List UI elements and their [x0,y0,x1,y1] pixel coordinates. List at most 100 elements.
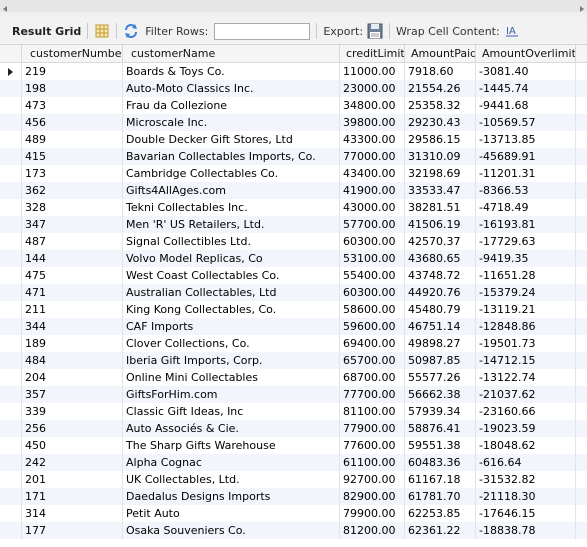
customer-number-cell[interactable]: 204 [22,369,123,386]
credit-limit-cell[interactable]: 23000.00 [340,80,405,97]
row-header-cell[interactable] [0,403,22,420]
row-header-cell[interactable] [0,505,22,522]
table-row[interactable]: 487 Signal Collectibles Ltd. 60300.00 42570… [0,233,587,250]
amount-paid-cell[interactable]: 25358.32 [405,97,476,114]
scroll-left-icon[interactable] [3,6,7,12]
column-header-customername[interactable]: customerName [123,45,340,62]
amount-paid-cell[interactable]: 29230.43 [405,114,476,131]
customer-number-cell[interactable]: 489 [22,131,123,148]
row-header-cell[interactable] [0,335,22,352]
table-row[interactable]: 171 Daedalus Designs Imports 82900.00 61781… [0,488,587,505]
credit-limit-cell[interactable]: 43000.00 [340,199,405,216]
table-row[interactable]: 256 Auto Associés & Cie. 77900.00 58876.41-… [0,420,587,437]
row-header-cell[interactable] [0,284,22,301]
table-row[interactable]: 473 Frau da Collezione 34800.00 25358.32 -94… [0,97,587,114]
customer-name-cell[interactable]: Osaka Souveniers Co. [123,522,340,539]
amount-paid-cell[interactable]: 33533.47 [405,182,476,199]
amount-overlimit-cell[interactable]: -13122.74 [476,369,576,386]
customer-number-cell[interactable]: 171 [22,488,123,505]
customer-number-cell[interactable]: 344 [22,318,123,335]
row-header-cell[interactable] [0,454,22,471]
amount-paid-cell[interactable]: 7918.60 [405,63,476,80]
amount-overlimit-cell[interactable]: -3081.40 [476,63,576,80]
customer-number-cell[interactable]: 484 [22,352,123,369]
customer-name-cell[interactable]: Auto-Moto Classics Inc. [123,80,340,97]
amount-overlimit-cell[interactable]: -13119.21 [476,301,576,318]
table-row[interactable]: 471 Australian Collectables, Ltd 60300.00 4… [0,284,587,301]
customer-number-cell[interactable]: 471 [22,284,123,301]
column-header-amountpaid[interactable]: AmountPaid [405,45,476,62]
column-header-creditlimit[interactable]: creditLimit [340,45,405,62]
credit-limit-cell[interactable]: 34800.00 [340,97,405,114]
column-header-customernumber[interactable]: customerNumber [22,45,123,62]
credit-limit-cell[interactable]: 68700.00 [340,369,405,386]
table-row[interactable]: 347 Men 'R' US Retailers, Ltd. 57700.00 415… [0,216,587,233]
amount-overlimit-cell[interactable]: -18838.78 [476,522,576,539]
credit-limit-cell[interactable]: 77700.00 [340,386,405,403]
credit-limit-cell[interactable]: 81200.00 [340,522,405,539]
amount-overlimit-cell[interactable]: -14712.15 [476,352,576,369]
customer-number-cell[interactable]: 189 [22,335,123,352]
customer-name-cell[interactable]: CAF Imports [123,318,340,335]
customer-name-cell[interactable]: Cambridge Collectables Co. [123,165,340,182]
table-row[interactable]: 415 Bavarian Collectables Imports, Co. 770… [0,148,587,165]
amount-overlimit-cell[interactable]: -11651.28 [476,267,576,284]
table-row[interactable]: 198 Auto-Moto Classics Inc. 23000.00 21554.… [0,80,587,97]
row-header-cell[interactable] [0,471,22,488]
amount-overlimit-cell[interactable]: -10569.57 [476,114,576,131]
row-header-cell[interactable] [0,165,22,182]
amount-overlimit-cell[interactable]: -4718.49 [476,199,576,216]
amount-paid-cell[interactable]: 62361.22 [405,522,476,539]
amount-paid-cell[interactable]: 56662.38 [405,386,476,403]
amount-overlimit-cell[interactable]: -11201.31 [476,165,576,182]
row-header-cell[interactable] [0,131,22,148]
credit-limit-cell[interactable]: 82900.00 [340,488,405,505]
amount-paid-cell[interactable]: 59551.38 [405,437,476,454]
customer-number-cell[interactable]: 473 [22,97,123,114]
amount-overlimit-cell[interactable]: -16193.81 [476,216,576,233]
amount-overlimit-cell[interactable]: -19023.59 [476,420,576,437]
table-row[interactable]: 189 Clover Collections, Co. 69400.00 49898.… [0,335,587,352]
amount-overlimit-cell[interactable]: -9441.68 [476,97,576,114]
amount-overlimit-cell[interactable]: -12848.86 [476,318,576,335]
row-header-cell[interactable] [0,488,22,505]
export-save-icon[interactable] [367,23,383,39]
table-row[interactable]: 177 Osaka Souveniers Co. 81200.00 62361.22-… [0,522,587,539]
customer-number-cell[interactable]: 328 [22,199,123,216]
customer-name-cell[interactable]: King Kong Collectables, Co. [123,301,340,318]
row-header-cell[interactable] [0,352,22,369]
row-header-cell[interactable] [0,267,22,284]
credit-limit-cell[interactable]: 57700.00 [340,216,405,233]
customer-number-cell[interactable]: 347 [22,216,123,233]
credit-limit-cell[interactable]: 60300.00 [340,233,405,250]
row-header-cell[interactable] [0,522,22,539]
table-row[interactable]: 201 UK Collectables, Ltd. 92700.00 61167.18… [0,471,587,488]
customer-name-cell[interactable]: Tekni Collectables Inc. [123,199,340,216]
table-row[interactable]: 357 GiftsForHim.com 77700.00 56662.38 -21037… [0,386,587,403]
row-header-cell[interactable] [0,437,22,454]
credit-limit-cell[interactable]: 39800.00 [340,114,405,131]
customer-number-cell[interactable]: 211 [22,301,123,318]
amount-overlimit-cell[interactable]: -45689.91 [476,148,576,165]
customer-name-cell[interactable]: Iberia Gift Imports, Corp. [123,352,340,369]
amount-paid-cell[interactable]: 62253.85 [405,505,476,522]
row-header-cell[interactable] [0,386,22,403]
customer-name-cell[interactable]: Volvo Model Replicas, Co [123,250,340,267]
customer-number-cell[interactable]: 201 [22,471,123,488]
customer-number-cell[interactable]: 450 [22,437,123,454]
amount-paid-cell[interactable]: 43680.65 [405,250,476,267]
amount-paid-cell[interactable]: 46751.14 [405,318,476,335]
row-header-cell[interactable] [0,148,22,165]
customer-name-cell[interactable]: Bavarian Collectables Imports, Co. [123,148,340,165]
amount-paid-cell[interactable]: 44920.76 [405,284,476,301]
amount-paid-cell[interactable]: 21554.26 [405,80,476,97]
customer-number-cell[interactable]: 144 [22,250,123,267]
customer-name-cell[interactable]: Australian Collectables, Ltd [123,284,340,301]
customer-number-cell[interactable]: 173 [22,165,123,182]
amount-overlimit-cell[interactable]: -13713.85 [476,131,576,148]
customer-number-cell[interactable]: 198 [22,80,123,97]
table-row[interactable]: 344 CAF Imports 59600.00 46751.14 -12848.86 [0,318,587,335]
customer-number-cell[interactable]: 456 [22,114,123,131]
row-header-cell[interactable] [0,97,22,114]
credit-limit-cell[interactable]: 11000.00 [340,63,405,80]
